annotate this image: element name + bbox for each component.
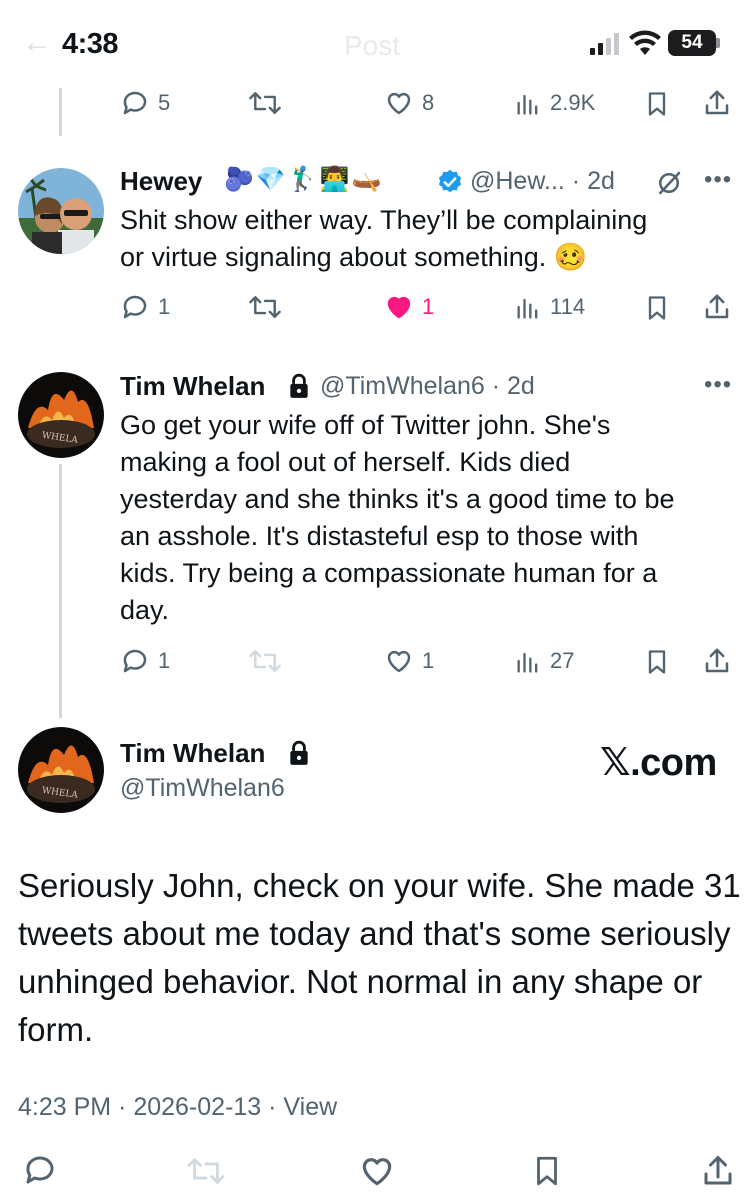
repost-action-disabled [248, 646, 282, 676]
tweet-line: making a fool out of herself. Kids died [120, 447, 571, 477]
views-icon [517, 652, 538, 673]
bookmark-icon[interactable] [643, 293, 671, 323]
battery-indicator: 54 [668, 30, 716, 56]
header-title: Post [344, 30, 401, 61]
views-icon [517, 298, 538, 319]
display-name[interactable]: Hewey [120, 166, 202, 197]
heart-filled-icon [387, 296, 411, 319]
tweet-line: day. [120, 595, 170, 625]
bookmark-icon[interactable] [643, 89, 671, 119]
views-action[interactable]: 114 [514, 292, 585, 322]
reply-icon [123, 649, 147, 673]
reply-icon[interactable] [22, 1152, 58, 1188]
like-action[interactable]: 8 [384, 88, 434, 118]
more-options-icon[interactable]: ••• [704, 371, 732, 399]
share-icon[interactable] [702, 646, 732, 676]
views-count: 2.9K [550, 90, 596, 115]
repost-icon [187, 1158, 225, 1184]
post-line: unhinged behavior. Not normal in any sha… [18, 963, 703, 1000]
brand-watermark: 𝕏.com [600, 742, 717, 784]
grok-icon[interactable] [654, 168, 684, 198]
more-options-icon[interactable]: ••• [704, 166, 732, 194]
post-line: form. [18, 1011, 94, 1048]
views-icon [517, 94, 538, 115]
repost-icon [249, 650, 281, 672]
share-icon[interactable] [702, 292, 732, 322]
status-time: 4:38 [62, 28, 119, 60]
tweet-line: an asshole. It's distasteful esp to thos… [120, 521, 639, 551]
handle[interactable]: @Hew... · 2d [470, 167, 615, 196]
share-icon[interactable] [702, 88, 732, 118]
views-count: 114 [550, 294, 586, 319]
avatar[interactable]: WHELA [18, 372, 104, 458]
heart-icon[interactable] [358, 1152, 396, 1190]
post-line: tweets about me today and that's some se… [18, 915, 731, 952]
lock-icon [290, 740, 308, 765]
wifi-icon [629, 30, 661, 55]
like-count: 1 [422, 294, 435, 319]
avatar[interactable] [18, 168, 104, 254]
reply-count: 1 [158, 294, 171, 319]
heart-icon [387, 650, 411, 673]
repost-action[interactable] [248, 292, 282, 322]
tweet-line: Go get your wife off of Twitter john. Sh… [120, 410, 611, 440]
reply-icon [123, 91, 147, 115]
repost-icon [249, 92, 281, 114]
tweet-text: Shit show either way. They’ll be complai… [120, 205, 648, 235]
reply-count: 5 [158, 90, 171, 115]
bookmark-icon[interactable] [530, 1152, 564, 1190]
post-line: Seriously John, check on your wife. She … [18, 867, 741, 904]
reply-icon [123, 295, 147, 319]
tweet-line: yesterday and she thinks it's a good tim… [120, 484, 675, 514]
tweet-text: or virtue signaling about something. 🥴 [120, 242, 588, 272]
views-count: 27 [550, 648, 575, 673]
avatar[interactable]: WHELA [18, 727, 104, 813]
thread-line [59, 464, 62, 718]
signal-icon [590, 33, 619, 55]
handle[interactable]: @TimWhelan6 · 2d [320, 372, 535, 401]
tweet-line: kids. Try being a compassionate human fo… [120, 558, 658, 588]
reply-action[interactable]: 1 [120, 292, 170, 322]
views-action[interactable]: 27 [514, 646, 574, 676]
tweet-text: Go get your wife off of Twitter john. Sh… [120, 407, 674, 629]
reply-count: 1 [158, 648, 171, 673]
post-text: Seriously John, check on your wife. She … [18, 862, 741, 1054]
handle[interactable]: @TimWhelan6 [120, 774, 285, 803]
reply-action[interactable]: 1 [120, 646, 170, 676]
post-timestamp[interactable]: 4:23 PM · 2026-02-13 · View [18, 1093, 337, 1122]
back-arrow-icon[interactable]: ← [22, 26, 52, 60]
repost-action[interactable] [248, 88, 282, 118]
bookmark-icon[interactable] [643, 647, 671, 677]
reply-action[interactable]: 5 [120, 88, 170, 118]
display-name[interactable]: Tim Whelan [120, 371, 265, 402]
heart-icon [387, 92, 411, 115]
like-count: 8 [422, 90, 435, 115]
like-count: 1 [422, 648, 435, 673]
display-name[interactable]: Tim Whelan [120, 738, 265, 769]
repost-icon [249, 296, 281, 318]
like-action[interactable]: 1 [384, 292, 434, 322]
views-action[interactable]: 2.9K [514, 88, 595, 118]
name-emojis: 🫐💎🏌‍♂👨‍💻🛶 [224, 166, 384, 193]
lock-icon [290, 373, 308, 398]
like-action[interactable]: 1 [384, 646, 434, 676]
thread-line [59, 88, 62, 136]
battery-tip [716, 38, 720, 48]
verified-badge-icon [438, 169, 462, 193]
share-icon[interactable] [700, 1152, 736, 1190]
